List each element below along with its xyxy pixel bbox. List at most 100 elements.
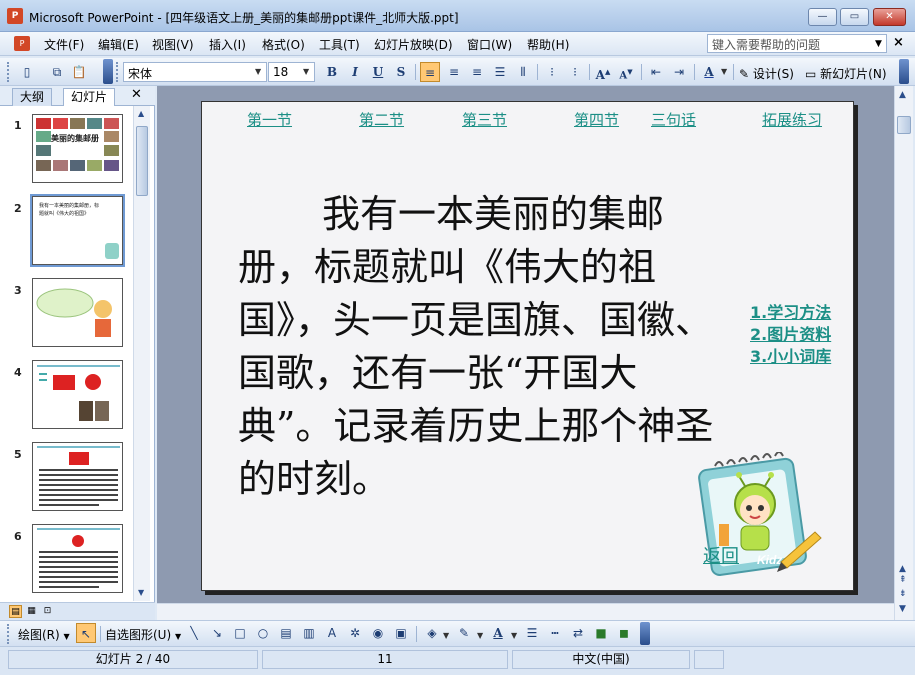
decrease-indent-icon[interactable]: ⇤ [646, 62, 666, 82]
scroll-down-icon[interactable]: ▼ [899, 604, 906, 614]
toolbar-grip[interactable] [116, 62, 120, 82]
oval-tool-icon[interactable]: ○ [253, 623, 273, 643]
slideshow-view-icon[interactable]: ⊡ [41, 605, 54, 618]
draw-font-color-icon[interactable]: A [488, 623, 508, 643]
select-pointer-icon[interactable]: ↖ [76, 623, 96, 643]
dash-style-icon[interactable]: ┅ [545, 623, 565, 643]
menu-view[interactable]: 视图(V) [152, 36, 194, 53]
bold-button[interactable]: B [322, 62, 342, 82]
align-left-icon[interactable]: ≡ [420, 62, 440, 82]
italic-button[interactable]: I [345, 62, 365, 82]
horizontal-scrollbar[interactable] [157, 603, 894, 620]
nav-link-section-1[interactable]: 第一节 [247, 109, 292, 130]
slides-pane-scrollbar[interactable]: ▲ ▼ [133, 106, 150, 601]
toolbar-grip[interactable] [7, 624, 11, 644]
decrease-font-icon[interactable]: A▼ [616, 62, 636, 82]
line-style-icon[interactable]: ☰ [522, 623, 542, 643]
chevron-down-icon[interactable]: ▼ [721, 67, 727, 76]
justify-icon[interactable]: ☰ [490, 62, 510, 82]
document-icon[interactable]: P [14, 36, 30, 51]
current-slide[interactable]: 第一节 第二节 第三节 第四节 三句话 拓展练习 我有一本美丽的集邮册，标题就叫… [201, 101, 854, 591]
scroll-up-icon[interactable]: ▲ [899, 90, 906, 100]
align-right-icon[interactable]: ≡ [467, 62, 487, 82]
wordart-icon[interactable]: A [322, 623, 342, 643]
arrow-style-icon[interactable]: ⇄ [568, 623, 588, 643]
back-link[interactable]: 返回 [703, 542, 739, 568]
increase-font-icon[interactable]: A▲ [593, 62, 613, 82]
previous-slide-icon[interactable]: ⇞ [899, 575, 907, 585]
menu-file[interactable]: 文件(F) [44, 36, 84, 53]
side-link-word-bank[interactable]: 3.小小词库 [750, 343, 831, 367]
rectangle-tool-icon[interactable]: □ [230, 623, 250, 643]
menu-slideshow[interactable]: 幻灯片放映(D) [374, 36, 453, 53]
menu-tools[interactable]: 工具(T) [319, 36, 360, 53]
scroll-up-icon[interactable]: ▲ [899, 564, 906, 574]
maximize-button[interactable]: ▭ [840, 8, 869, 26]
new-document-icon[interactable]: ▯ [17, 62, 37, 82]
toolbar-options-icon[interactable] [640, 622, 650, 645]
underline-button[interactable]: U [368, 62, 388, 82]
nav-link-section-4[interactable]: 第四节 [574, 109, 619, 130]
minimize-button[interactable]: — [808, 8, 837, 26]
side-link-picture-materials[interactable]: 2.图片资料 [750, 321, 831, 345]
slide-thumbnail-2[interactable]: 我有一本美丽的集邮册，标题就叫《伟大的祖国》 [30, 194, 125, 267]
scroll-up-icon[interactable]: ▲ [138, 109, 144, 118]
slide-thumbnail-1[interactable]: 美丽的集邮册 [32, 114, 123, 183]
draw-menu-button[interactable]: 绘图(R) ▼ [18, 626, 70, 643]
nav-link-section-2[interactable]: 第二节 [359, 109, 404, 130]
paste-icon[interactable]: 📋 [69, 62, 89, 82]
menu-window[interactable]: 窗口(W) [467, 36, 512, 53]
font-name-select[interactable]: 宋体 [123, 62, 267, 82]
slide-thumbnail-5[interactable] [32, 442, 123, 511]
tab-slides[interactable]: 幻灯片 [63, 88, 116, 106]
document-close-button[interactable]: × [893, 35, 904, 50]
increase-indent-icon[interactable]: ⇥ [669, 62, 689, 82]
design-button[interactable]: ✎ 设计(S) [739, 65, 794, 82]
normal-view-icon[interactable]: ▤ [9, 605, 22, 618]
toolbar-options-icon[interactable] [103, 59, 113, 84]
line-tool-icon[interactable]: ╲ [184, 623, 204, 643]
vertical-textbox-icon[interactable]: ▥ [299, 623, 319, 643]
vertical-scrollbar[interactable]: ▲ ▲ ⇞ ⇟ ▼ [894, 86, 913, 620]
clipart-icon[interactable]: ◉ [368, 623, 388, 643]
font-color-icon[interactable]: A [699, 62, 719, 82]
tab-outline[interactable]: 大纲 [12, 88, 53, 106]
nav-link-extension-exercises[interactable]: 拓展练习 [762, 109, 822, 130]
slide-sorter-icon[interactable]: ▦ [25, 605, 38, 618]
chevron-down-icon[interactable]: ▼ [255, 67, 261, 76]
scrollbar-thumb[interactable] [136, 126, 148, 196]
picture-icon[interactable]: ▣ [391, 623, 411, 643]
autoshapes-button[interactable]: 自选图形(U) ▼ [105, 626, 181, 643]
slide-thumbnail-6[interactable] [32, 524, 123, 593]
textbox-tool-icon[interactable]: ▤ [276, 623, 296, 643]
shadow-button[interactable]: S [391, 62, 411, 82]
arrow-tool-icon[interactable]: ↘ [207, 623, 227, 643]
toolbar-grip[interactable] [7, 62, 11, 82]
diagram-icon[interactable]: ✲ [345, 623, 365, 643]
close-window-button[interactable]: ✕ [873, 8, 906, 26]
chevron-down-icon[interactable]: ▼ [443, 631, 449, 640]
new-slide-button[interactable]: ▭ 新幻灯片(N) [805, 65, 887, 82]
pane-close-button[interactable]: ✕ [131, 87, 142, 102]
chevron-down-icon[interactable]: ▼ [303, 67, 309, 76]
align-center-icon[interactable]: ≡ [444, 62, 464, 82]
3d-style-icon[interactable]: ◼ [614, 623, 634, 643]
nav-link-section-3[interactable]: 第三节 [462, 109, 507, 130]
side-link-study-methods[interactable]: 1.学习方法 [750, 299, 831, 323]
line-color-icon[interactable]: ✎ [454, 623, 474, 643]
chevron-down-icon[interactable]: ▼ [511, 631, 517, 640]
copy-icon[interactable]: ⧉ [47, 62, 67, 82]
toolbar-options-icon[interactable] [899, 59, 909, 84]
menu-insert[interactable]: 插入(I) [209, 36, 246, 53]
menu-edit[interactable]: 编辑(E) [98, 36, 139, 53]
distribute-icon[interactable]: ⫴ [513, 62, 533, 82]
slide-thumbnail-4[interactable] [32, 360, 123, 429]
scroll-down-icon[interactable]: ▼ [138, 588, 144, 597]
menu-format[interactable]: 格式(O) [262, 36, 305, 53]
chevron-down-icon[interactable]: ▼ [477, 631, 483, 640]
help-search-input[interactable]: 键入需要帮助的问题 [707, 34, 887, 53]
numbered-list-icon[interactable]: ⁝ [542, 62, 562, 82]
fill-color-icon[interactable]: ◈ [422, 623, 442, 643]
next-slide-icon[interactable]: ⇟ [899, 589, 907, 599]
powerpoint-app-icon[interactable]: P [7, 8, 23, 24]
